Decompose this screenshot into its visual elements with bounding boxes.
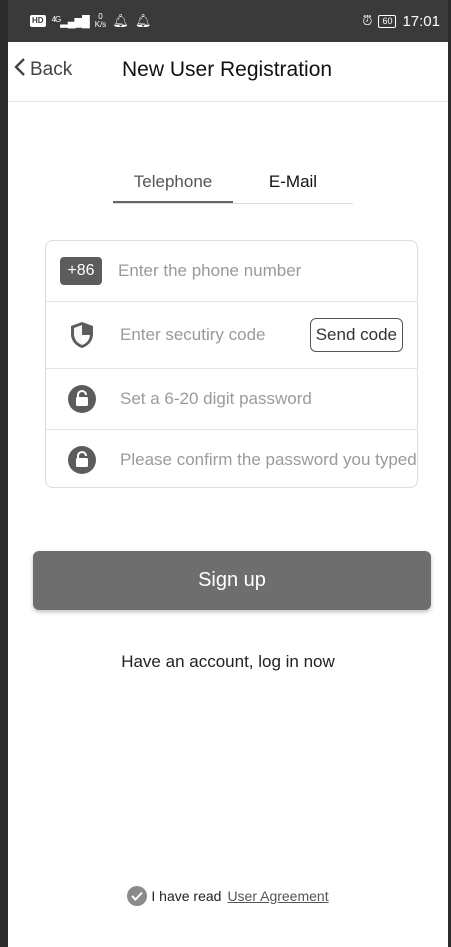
signup-button[interactable]: Sign up [33, 551, 431, 610]
page-title: New User Registration [122, 58, 333, 81]
send-code-button[interactable]: Send code [309, 318, 403, 352]
agreement-prefix: I have read [151, 888, 222, 904]
status-time: 17:01 [402, 12, 440, 30]
back-label: Back [30, 59, 73, 80]
agreement-row: I have read User Agreement [8, 886, 448, 906]
phone-row: +86 [46, 241, 417, 301]
alarm-clock-icon: ⏰︎ [362, 13, 373, 28]
back-button[interactable]: Back [14, 58, 73, 81]
battery-icon: 60 [378, 14, 397, 28]
status-bar-left: HD 4G▂▄▆█ 0 K/s 🔔︎ 🔔︎ [30, 13, 151, 29]
password-row [46, 368, 417, 429]
registration-tabs: Telephone E-Mail [113, 168, 353, 204]
security-code-input[interactable] [120, 325, 310, 345]
user-agreement-link[interactable]: User Agreement [227, 888, 328, 904]
country-code-badge[interactable]: +86 [60, 257, 102, 285]
check-circle-icon[interactable] [127, 886, 148, 906]
confirm-password-row [46, 429, 417, 489]
app-header: Back New User Registration [8, 42, 448, 102]
screen: HD 4G▂▄▆█ 0 K/s 🔔︎ 🔔︎ ⏰︎ 60 17:01 Back N… [0, 0, 451, 947]
security-code-row: Send code [46, 301, 417, 368]
notification-bell-icon-2: 🔔︎ [134, 13, 152, 28]
phone-input[interactable] [118, 261, 417, 281]
confirm-password-input[interactable] [120, 449, 417, 470]
chevron-left-icon [14, 58, 26, 80]
registration-form: +86 Send code [45, 240, 418, 488]
status-bar-right: ⏰︎ 60 17:01 [362, 13, 440, 30]
lock-icon-confirm [60, 445, 104, 475]
notification-bell-icon: 🔔︎ [112, 13, 129, 28]
tab-email[interactable]: E-Mail [233, 168, 353, 203]
password-input[interactable] [120, 389, 417, 409]
shield-icon [60, 321, 104, 349]
tab-telephone[interactable]: Telephone [113, 168, 233, 203]
network-speed: 0 K/s [95, 13, 107, 29]
speed-unit: K/s [94, 20, 107, 29]
network-type: 4G [51, 14, 62, 24]
status-bar: HD 4G▂▄▆█ 0 K/s 🔔︎ 🔔︎ ⏰︎ 60 17:01 [8, 0, 448, 42]
hd-badge: HD [30, 15, 46, 27]
login-link[interactable]: Have an account, log in now [8, 652, 448, 672]
lock-icon [60, 384, 104, 414]
signal-icon: 4G▂▄▆█ [51, 14, 90, 28]
